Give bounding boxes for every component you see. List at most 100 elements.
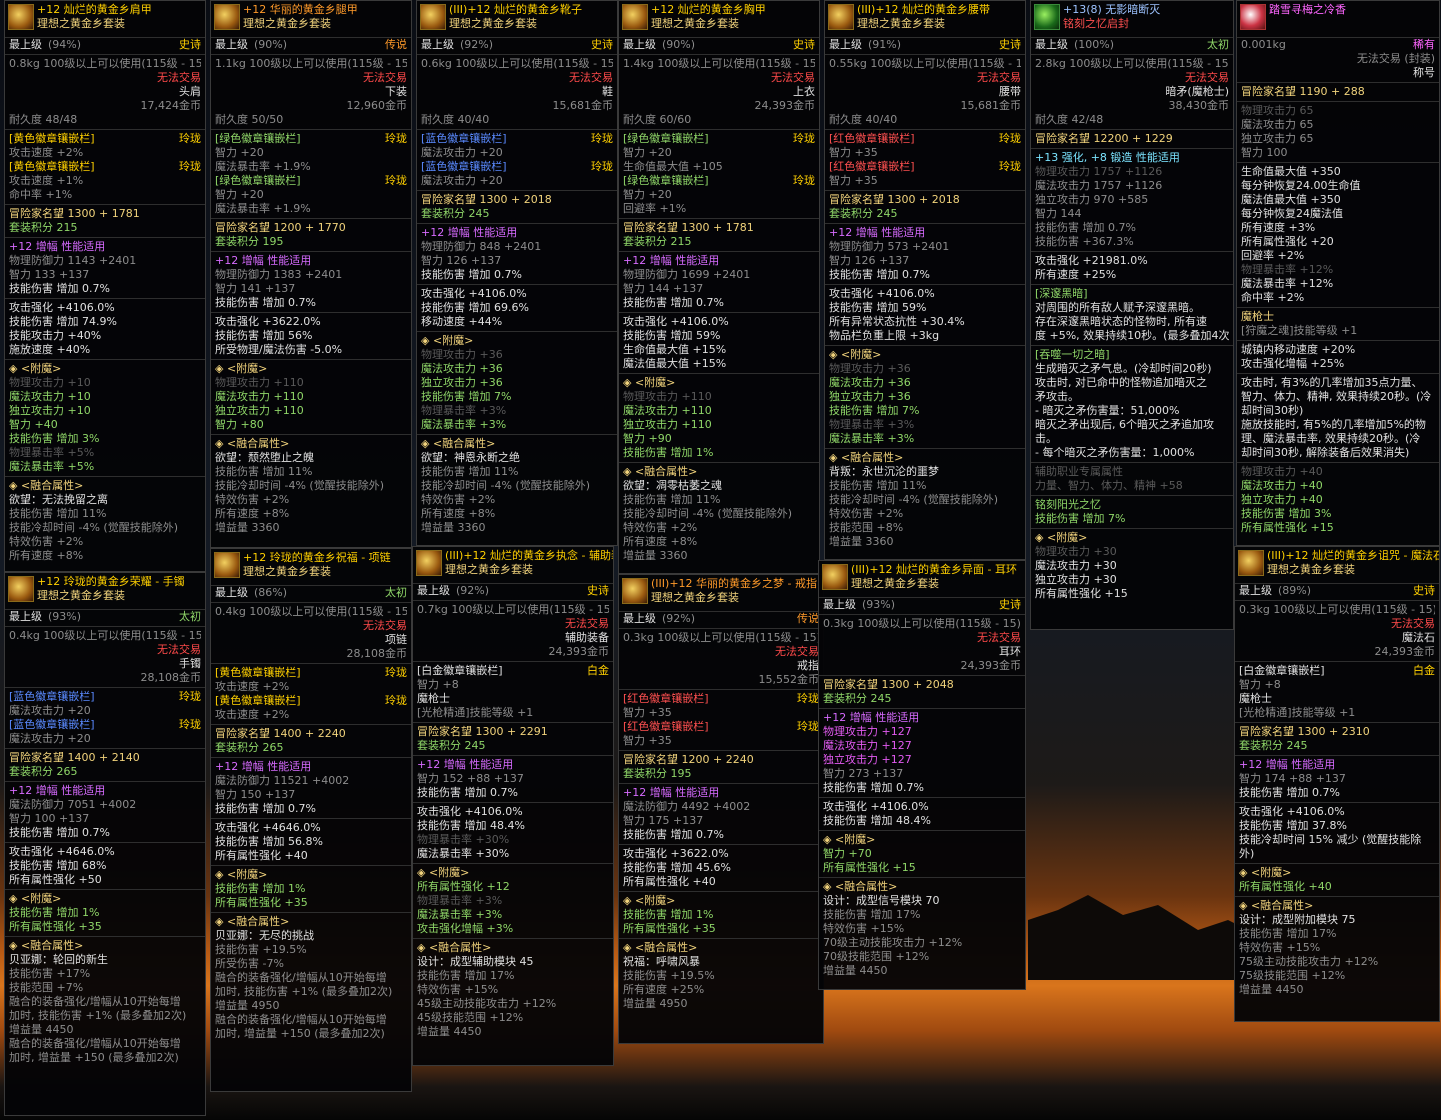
divider — [1235, 661, 1439, 662]
stat-text: 理、魔法暴击率, 效果持续20秒。(冷 — [1241, 432, 1421, 445]
stat-line: [吞噬一切之暗] — [1031, 348, 1233, 362]
stat-value-right: 太初 — [385, 586, 407, 599]
stat-text: 命中率 +2% — [1241, 291, 1305, 304]
stat-line: 技能冷却时间 -4% (觉醒技能除外) — [417, 479, 617, 493]
stat-text: 魔法暴击率 +12% — [1241, 277, 1334, 290]
stat-text: 魔法攻击力 +36 — [421, 362, 503, 375]
stat-text: 智力 141 +137 — [215, 282, 296, 295]
stat-text: 所有属性强化 +15 — [1241, 521, 1334, 534]
item-set-name: 理想之黄金乡套装 — [243, 17, 331, 30]
divider — [619, 938, 823, 939]
stat-text: 所有属性强化 +12 — [417, 880, 510, 893]
item-name: (III)+12 灿烂的黄金乡靴子 — [449, 3, 583, 16]
divider — [1031, 251, 1233, 252]
stat-text: 技能范围 +7% — [9, 981, 84, 994]
stat-line: 无法交易 — [619, 645, 823, 659]
stat-line: 攻击强化增幅 +3% — [413, 922, 613, 936]
stat-line: 耐久度 40/40 — [825, 113, 1025, 127]
stat-text: 增益量 4450 — [823, 964, 888, 977]
stat-line: 技能冷却时间 -4% (觉醒技能除外) — [825, 493, 1025, 507]
stat-line: 技能范围 +8% — [825, 521, 1025, 535]
stat-value-right: 玲珑 — [179, 718, 201, 731]
stat-line: 技能伤害 +17% — [5, 967, 205, 981]
divider — [211, 724, 411, 725]
stat-line: 魔法攻击力 +40 — [1237, 479, 1439, 493]
stat-line: 加时, 增益量 +150 (最多叠加2次) — [211, 1027, 411, 1041]
stat-value-right: 下装 — [385, 85, 407, 98]
stat-text: 魔法攻击力 65 — [1241, 118, 1314, 131]
stat-text: 特效伤害 +15% — [823, 922, 905, 935]
stat-text: 魔法暴击率 +1.9% — [215, 202, 311, 215]
stat-value-right: 玲珑 — [797, 692, 819, 705]
stat-text: 攻击强化 +4646.0% — [9, 845, 115, 858]
divider — [5, 129, 205, 130]
stat-line: 所有异常状态抗性 +30.4% — [825, 315, 1025, 329]
stat-text: 魔法防御力 7051 +4002 — [9, 798, 137, 811]
stat-line: 魔法暴击率 +3% — [825, 432, 1025, 446]
stat-text: 铭刻阳光之忆 — [1035, 498, 1101, 511]
stat-line: 智力 126 +137 — [417, 254, 617, 268]
stat-text: 套装积分 215 — [623, 235, 692, 248]
divider — [1031, 129, 1233, 130]
stat-line: 无法交易 — [5, 643, 205, 657]
stat-text: 0.3kg 100级以上可以使用(115级 - 15) — [623, 631, 819, 644]
stat-line: 0.6kg 100级以上可以使用(115级 - 15) — [417, 57, 617, 71]
stat-line: +12 增幅 性能适用 — [413, 758, 613, 772]
divider — [1031, 148, 1233, 149]
stat-line: ◈ <融合属性> — [211, 437, 411, 451]
stat-line: 攻击速度 +2% — [211, 708, 411, 722]
stat-text: [狩魔之魂]技能等级 +1 — [1241, 324, 1358, 337]
stat-line: 物品栏负重上限 +3kg — [825, 329, 1025, 343]
stat-line: - 暗灭之矛伤害量：51,000% — [1031, 404, 1233, 418]
stat-line: 技能伤害 增加 1% — [619, 908, 823, 922]
stat-line: 特效伤害 +2% — [825, 507, 1025, 521]
stat-text: 技能伤害 增加 68% — [9, 859, 107, 872]
stat-line: +12 增幅 性能适用 — [819, 711, 1025, 725]
stat-line: 12,960金币 — [211, 99, 411, 113]
stat-text: 技能伤害 增加 45.6% — [623, 861, 731, 874]
stat-line: 套装积分 265 — [211, 741, 411, 755]
tooltip-magicstone: (III)+12 灿烂的黄金乡诅咒 - 魔法石 理想之黄金乡套装 最上级 (89%) 史… — [1234, 546, 1440, 1022]
stat-text: 最上级 — [623, 38, 656, 51]
divider — [1031, 495, 1233, 496]
stat-text: [蓝色徽章镶嵌栏] — [9, 718, 95, 731]
stat-text: 物理暴击率 +12% — [1241, 263, 1334, 276]
stat-line: 魔法暴击率 +1.9% — [211, 202, 411, 216]
stat-text: 最上级 — [1239, 584, 1272, 597]
stat-text: 每分钟恢复24.00生命值 — [1241, 179, 1361, 192]
earring-icon — [822, 564, 848, 590]
stat-line: [红色徽章镶嵌栏] 玲珑 — [825, 132, 1025, 146]
stat-value-right: 白金 — [587, 664, 609, 677]
stat-line: 增益量 4950 — [619, 997, 823, 1011]
grade-percent: (94%) — [48, 38, 82, 51]
divider — [5, 687, 205, 688]
tooltip-header: (III)+12 灿烂的黄金乡诅咒 - 魔法石 理想之黄金乡套装 — [1235, 547, 1439, 584]
stat-line: 所有属性强化 +50 — [5, 873, 205, 887]
stat-text: 技能范围 +8% — [829, 521, 904, 534]
divider — [211, 218, 411, 219]
stat-line: 技能伤害 增加 48.4% — [819, 814, 1025, 828]
stat-line: 智力 100 — [1237, 146, 1439, 160]
stat-text: 技能伤害 增加 0.7% — [623, 828, 724, 841]
divider — [413, 863, 613, 864]
stat-text: 45级技能范围 +12% — [417, 1011, 524, 1024]
stat-line: 28,108金币 — [211, 647, 411, 661]
stat-line: 技能攻击力 +40% — [5, 329, 205, 343]
stat-text: 技能伤害 增加 7% — [1035, 512, 1126, 525]
boots-icon — [420, 4, 446, 30]
stat-line: 魔法防御力 11521 +4002 — [211, 774, 411, 788]
stat-line: 物理攻击力 +110 — [619, 390, 819, 404]
stat-line: 15,681金币 — [825, 99, 1025, 113]
stat-line: 外) — [1235, 847, 1439, 861]
stat-text: 套装积分 265 — [9, 765, 78, 778]
stat-line: 施放速度 +40% — [5, 343, 205, 357]
stat-value-right: 白金 — [1413, 664, 1435, 677]
stat-line: 魔法防御力 4492 +4002 — [619, 800, 823, 814]
stat-line: 攻击强化 +21981.0% — [1031, 254, 1233, 268]
stat-text: 技能伤害 增加 11% — [215, 465, 313, 478]
stat-value-right: 无法交易 — [1185, 71, 1229, 84]
stat-value-right: 玲珑 — [385, 174, 407, 187]
stat-line: 38,430金币 — [1031, 99, 1233, 113]
stat-text: 辅助职业专属属性 — [1035, 465, 1123, 478]
stat-text: 攻击强化 +4106.0% — [9, 301, 115, 314]
